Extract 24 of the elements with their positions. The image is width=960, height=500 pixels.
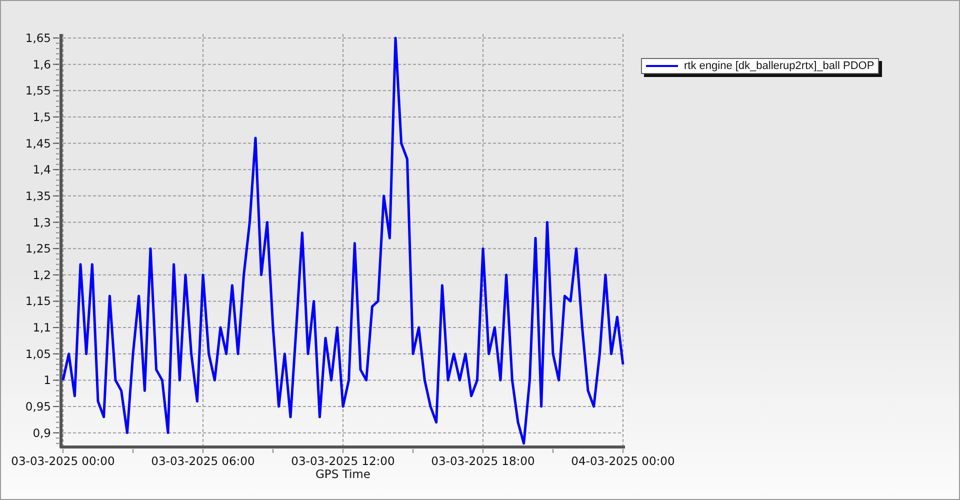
y-tick-label: 1,05 [25,346,51,361]
y-tick-label: 1,35 [25,188,51,203]
y-tick-label: 0,9 [32,426,51,440]
y-tick-label: 1 [44,373,51,388]
legend-line-icon [646,65,678,67]
y-tick-label: 1,2 [32,268,51,282]
y-tick-label: 1,55 [25,84,51,98]
y-tick-label: 1,25 [25,242,51,256]
y-tick-label: 1,5 [32,110,51,124]
y-tick-label: 1,1 [32,320,51,335]
x-tick-label: 03-03-2025 00:00 [11,454,115,468]
x-tick-label: 03-03-2025 18:00 [431,454,535,468]
y-tick-label: 0,95 [25,400,51,414]
y-tick-label: 1,15 [25,294,51,308]
y-tick-label: 1,3 [32,215,51,230]
y-tick-label: 1,6 [32,57,51,72]
legend-label: rtk engine [dk_ballerup2rtx]_ball PDOP [684,60,874,72]
x-tick-label: 03-03-2025 06:00 [151,454,255,468]
x-tick-label: 03-03-2025 12:00 [291,454,395,468]
y-tick-label: 1,65 [25,31,51,45]
x-tick-label: 04-03-2025 00:00 [571,454,675,468]
x-axis-title: GPS Time [316,467,370,481]
y-tick-label: 1,4 [32,162,51,177]
y-tick-label: 1,45 [25,136,51,150]
